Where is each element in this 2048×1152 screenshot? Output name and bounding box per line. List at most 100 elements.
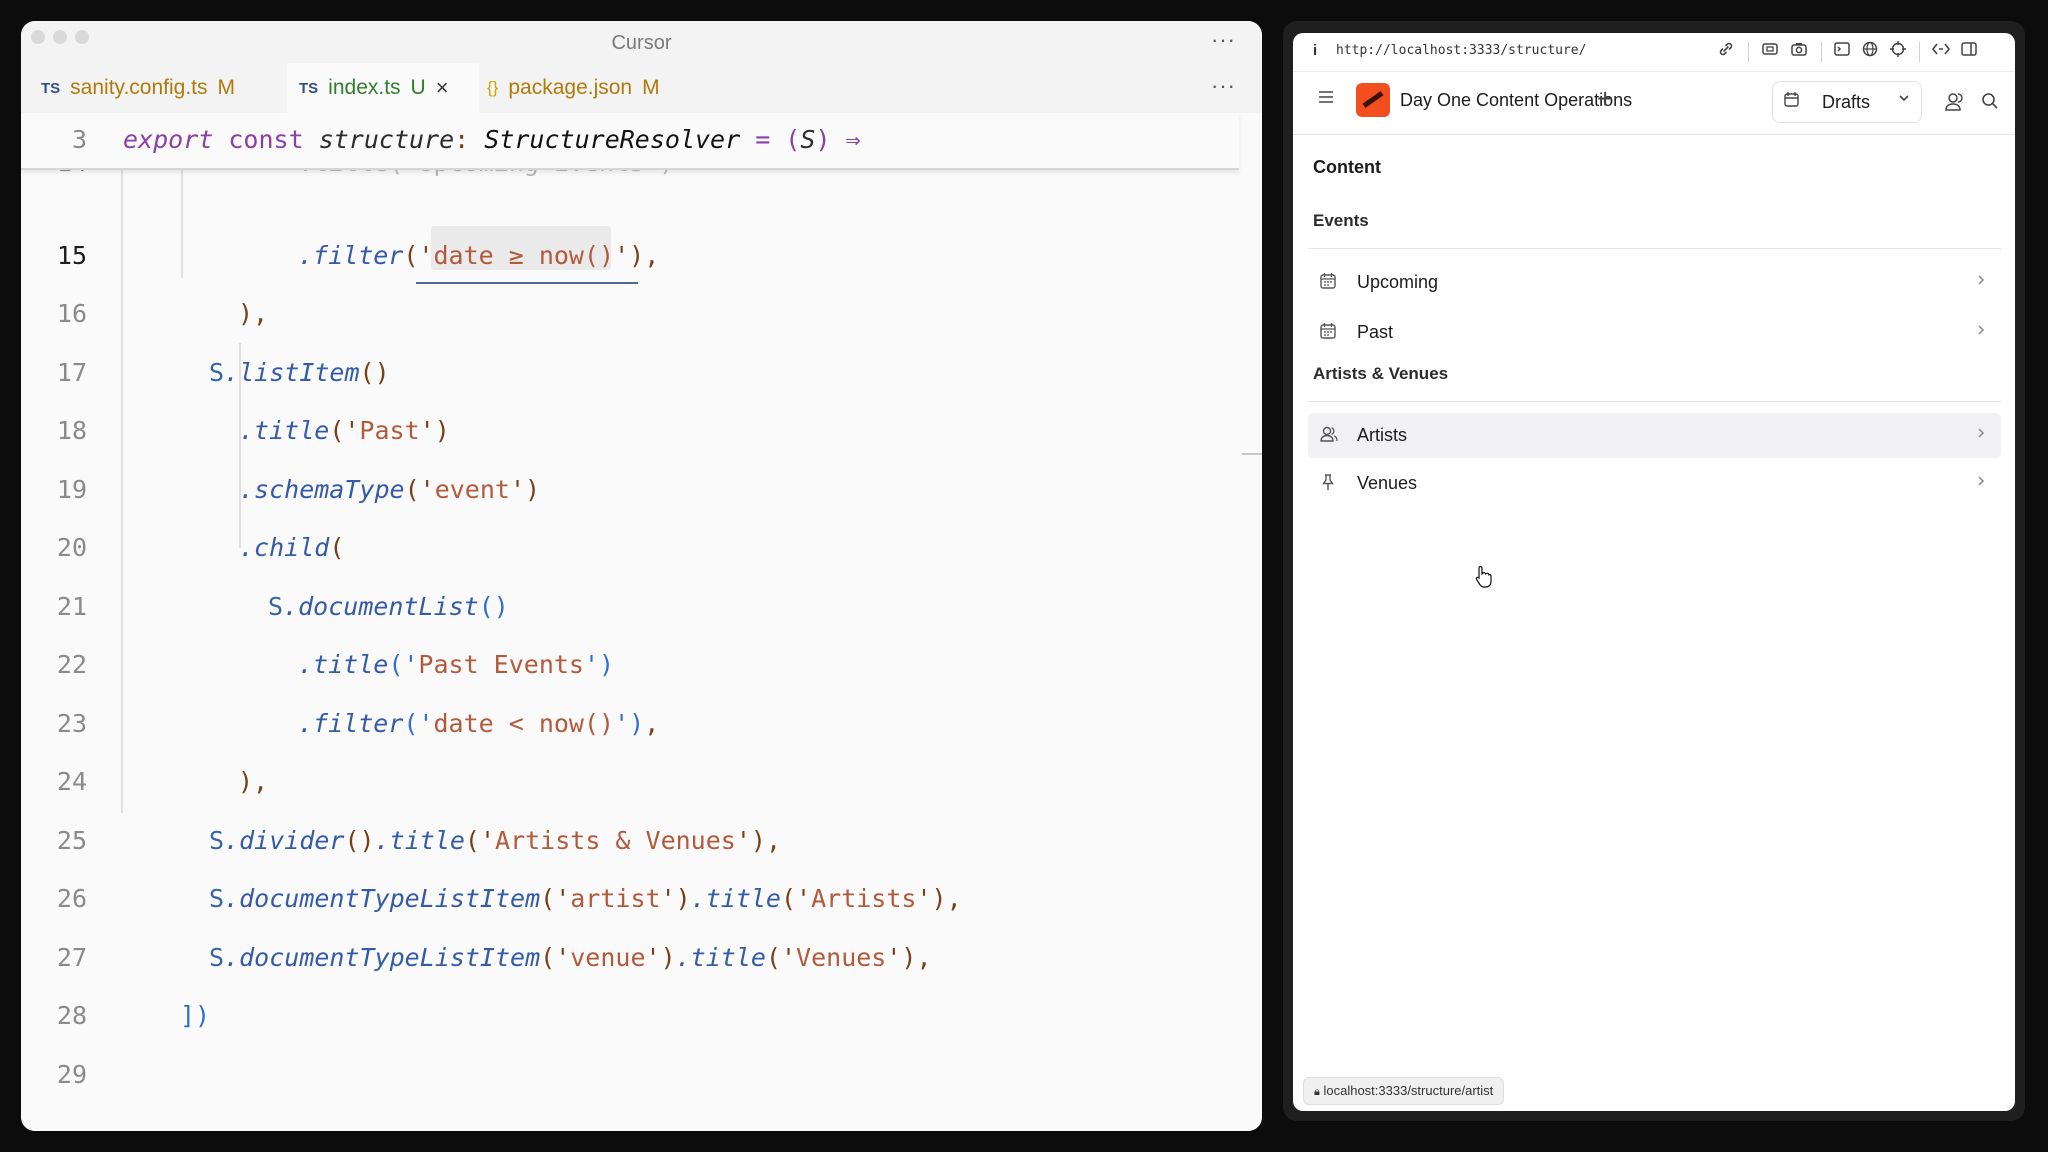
toolbar-separator [1821,42,1822,62]
line-number: 25 [56,826,87,855]
code-token: .filter [298,709,404,738]
toolbar-separator [1748,42,1749,62]
code-token: ⇒ [845,125,861,154]
code-line: export const structure: StructureResolve… [123,125,861,154]
calendar-icon [1319,272,1337,290]
code-token: ') [509,475,541,504]
code-line: .filter('date < now()'), [298,709,659,738]
code-token: .documentTypeListItem [224,943,541,972]
underline-marker [416,282,638,284]
list-item-label: Upcoming [1357,272,1439,292]
code-brackets-icon[interactable] [1931,40,1953,62]
code-token: ') [645,943,676,972]
list-item-label: Venues [1357,473,1418,493]
link-icon[interactable] [1717,40,1739,62]
code-token: .filter [298,241,404,270]
mouse-pointer-icon [1473,565,1493,589]
code-line: .child( [239,533,344,562]
code-line: .filter('date ≥ now()'), [298,241,659,270]
more-actions-icon[interactable]: ··· [1211,27,1236,53]
code-token: Artists [811,884,917,913]
tab-more-icon[interactable]: ··· [1211,73,1236,99]
create-new-icon[interactable]: + [1597,83,1613,115]
browser-page: i http://localhost:3333/structure/ Day O… [1293,33,2015,1111]
globe-icon[interactable] [1861,40,1883,62]
code-token: .listItem [224,358,360,387]
tab-index-ts[interactable]: TS index.ts U × [287,63,479,113]
code-token: (' [403,709,434,738]
browser-window: i http://localhost:3333/structure/ Day O… [1283,21,2025,1121]
pin-icon [1319,473,1337,491]
code-line: ), [238,299,269,328]
url-text[interactable]: http://localhost:3333/structure/ [1336,43,1586,58]
chevron-right-icon [1975,473,1987,489]
code-token: venue [570,943,646,972]
code-line: .schemaType('event') [239,475,540,504]
list-item-upcoming[interactable]: Upcoming [1308,260,2001,305]
code-token: structure [318,125,455,154]
code-token: .child [239,533,330,562]
code-token: (' [540,943,571,972]
code-editor[interactable]: 3 export const structure: StructureResol… [21,113,1262,1131]
code-token: .schemaType [239,475,405,504]
line-number: 28 [56,1001,87,1030]
typescript-icon: TS [41,79,61,97]
close-tab-icon[interactable]: × [436,75,449,101]
code-line: .title('Past Events') [298,650,614,679]
line-number: 27 [56,943,87,972]
tab-sanity-config[interactable]: TS sanity.config.ts M [41,63,281,113]
scrollbar-thumb[interactable] [1242,453,1262,455]
url-bar[interactable]: i http://localhost:3333/structure/ [1293,33,2015,72]
list-item-venues[interactable]: Venues [1308,461,2001,506]
search-icon[interactable] [1980,91,2000,111]
window-title: Cursor [611,32,672,54]
screenshot-icon[interactable] [1761,40,1783,62]
code-token: ( [329,533,345,562]
hamburger-menu-icon[interactable] [1317,88,1335,106]
code-token: .divider [224,826,345,855]
code-token: () [359,358,390,387]
sticky-scroll-header[interactable]: 3 export const structure: StructureResol… [21,113,1239,170]
link-preview-status: 🔒︎ localhost:3333/structure/artist [1303,1077,1505,1105]
list-item-past[interactable]: Past [1308,310,2001,355]
code-token: (' [403,241,434,270]
crosshair-icon[interactable] [1889,40,1911,62]
list-item-artists[interactable]: Artists [1308,413,2001,458]
status-url: localhost:3333/structure/artist [1323,1083,1494,1098]
camera-icon[interactable] [1790,40,1812,62]
code-token: , [644,709,660,738]
editor-window: Cursor ··· TS sanity.config.ts M TS inde… [21,21,1262,1131]
code-token: (' [404,475,435,504]
code-token: date < now() [433,709,615,738]
section-title: Artists & Venues [1313,364,1449,383]
chevron-right-icon [1975,272,1987,288]
info-icon[interactable]: i [1313,42,1317,59]
code-token: , [916,943,932,972]
divider [1308,248,2001,249]
code-token: ') [916,884,947,913]
code-token: (' [329,416,360,445]
terminal-icon[interactable] [1833,40,1855,62]
json-icon: {} [487,78,499,97]
studio-navbar: Day One Content Operations + Drafts [1293,71,2015,135]
code-token: ') [735,826,766,855]
code-token: .title [374,826,465,855]
split-panel-icon[interactable] [1960,40,1982,62]
line-number: 24 [56,767,87,796]
code-token: .title [675,943,766,972]
presence-users-icon[interactable] [1943,91,1965,113]
tab-package-json[interactable]: {} package.json M [487,63,687,113]
line-number: 21 [56,592,87,621]
indent-guide [181,153,183,278]
code-line: S.documentTypeListItem('venue').title('V… [209,943,932,972]
tab-label: index.ts [328,76,401,99]
code-token: export [123,125,214,154]
code-token: () [344,826,375,855]
code-token: .documentList [283,592,479,621]
perspective-select[interactable]: Drafts [1772,81,1922,123]
code-line: S.listItem() [209,358,390,387]
line-number-current: 15 [56,241,87,270]
project-logo[interactable] [1356,83,1390,117]
code-token: S [209,943,225,972]
line-number: 26 [56,884,87,913]
